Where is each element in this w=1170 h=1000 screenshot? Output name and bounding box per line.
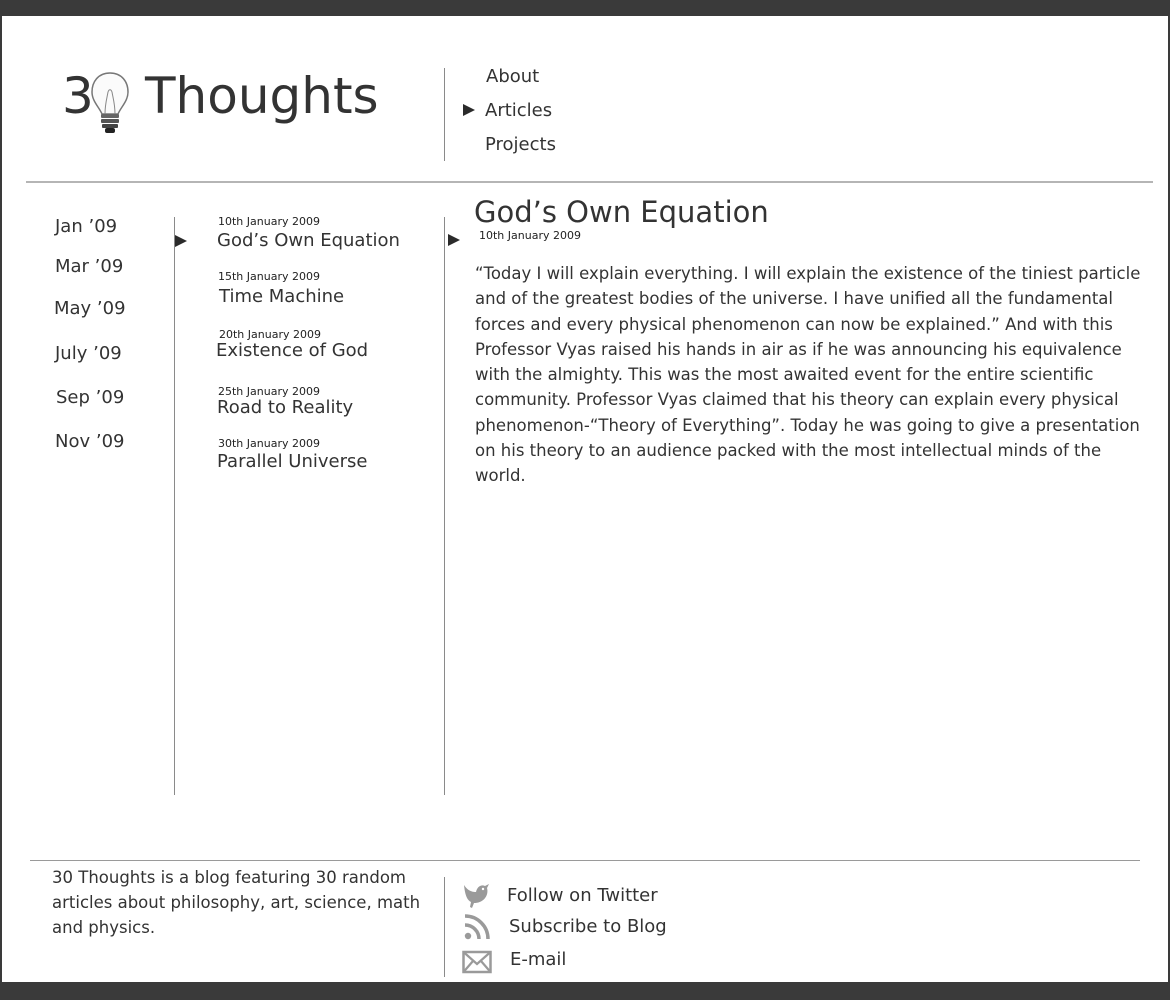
footer-about-text: 30 Thoughts is a blog featuring 30 rando… [52,868,421,937]
article-link[interactable]: God’s Own Equation [217,230,400,252]
envelope-icon [462,950,492,974]
article-title: God’s Own Equation [474,195,769,229]
articles-divider [444,217,445,795]
month-item[interactable]: May ’09 [54,298,126,320]
page [2,16,1168,982]
rss-icon [464,914,490,940]
nav-projects[interactable]: Projects [485,134,556,156]
header-rule [26,181,1153,183]
nav-active-marker-icon [463,104,475,116]
article-link[interactable]: Time Machine [219,286,344,308]
article-link[interactable]: Parallel Universe [217,451,367,473]
article-date: 15th January 2009 [218,270,320,283]
article-link[interactable]: Road to Reality [217,397,353,419]
nav-articles[interactable]: Articles [485,100,552,122]
article-date: 10th January 2009 [218,215,320,228]
header-divider [444,68,445,161]
lightbulb-icon [91,72,129,133]
article-body: “Today I will explain everything. I will… [475,264,1141,486]
email-link[interactable]: E-mail [510,949,566,971]
selected-article-marker-icon [175,235,187,247]
nav-about[interactable]: About [486,66,539,88]
twitter-bird-icon [464,884,489,908]
month-item[interactable]: July ’09 [55,343,122,365]
month-item[interactable]: Sep ’09 [56,387,124,409]
subscribe-blog-link[interactable]: Subscribe to Blog [509,916,667,938]
follow-twitter-link[interactable]: Follow on Twitter [507,885,658,907]
month-item[interactable]: Mar ’09 [55,256,123,278]
footer-rule [30,860,1140,861]
months-divider [174,217,175,795]
month-item[interactable]: Nov ’09 [55,431,124,453]
article-date: 10th January 2009 [479,229,581,242]
article-date: 30th January 2009 [218,437,320,450]
site-logo[interactable]: 3 Thoughts [62,62,422,152]
month-item[interactable]: Jan ’09 [55,216,117,238]
footer-divider [444,877,445,977]
article-link[interactable]: Existence of God [216,340,368,362]
logo-word: Thoughts [145,67,379,125]
current-article-marker-icon [448,234,460,246]
